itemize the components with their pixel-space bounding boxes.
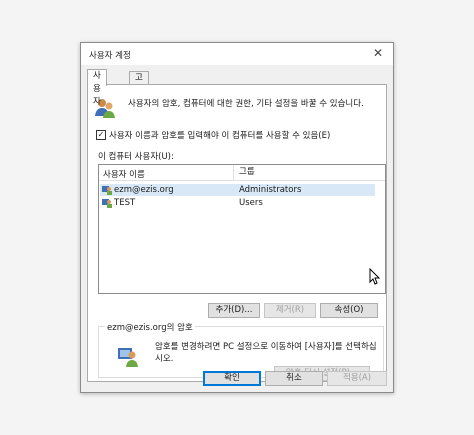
close-icon[interactable]: ✕ bbox=[371, 46, 385, 60]
row-group: Users bbox=[239, 198, 263, 208]
remove-user-button[interactable]: 제거(R) bbox=[264, 303, 316, 318]
title-bar: 사용자 계정 ✕ bbox=[81, 43, 393, 65]
table-row[interactable]: TEST Users bbox=[100, 197, 375, 209]
window-title: 사용자 계정 bbox=[89, 51, 131, 61]
password-help-text: 암호를 변경하려면 PC 설정으로 이동하여 [사용자]를 선택하십시오. bbox=[155, 342, 377, 364]
user-row-icon bbox=[102, 186, 112, 195]
column-header-group[interactable]: 그룹 bbox=[233, 165, 255, 180]
mouse-cursor-icon bbox=[369, 268, 381, 285]
users-list-label: 이 컴퓨터 사용자(U): bbox=[98, 152, 174, 162]
password-group-legend: ezm@ezis.org의 암호 bbox=[105, 321, 195, 333]
require-login-label: 사용자 이름과 암호를 입력해야 이 컴퓨터를 사용할 수 있음(E) bbox=[109, 131, 331, 141]
table-row[interactable]: ezm@ezis.org Administrators bbox=[100, 184, 375, 196]
user-accounts-dialog: 사용자 계정 ✕ 사용자 고급 사용자의 암호, 컴퓨터에 대한 권한, 기타 … bbox=[80, 42, 394, 393]
tab-users[interactable]: 사용자 bbox=[87, 69, 107, 107]
users-tab-panel: 사용자의 암호, 컴퓨터에 대한 권한, 기타 설정을 바꿀 수 있습니다. ✓… bbox=[87, 84, 387, 382]
row-username: TEST bbox=[114, 198, 136, 208]
listview-header: 사용자 이름 그룹 bbox=[99, 165, 385, 181]
row-username: ezm@ezis.org bbox=[114, 185, 174, 195]
user-row-icon bbox=[102, 199, 112, 208]
apply-button[interactable]: 적용(A) bbox=[327, 371, 387, 386]
add-user-button[interactable]: 추가(D)... bbox=[208, 303, 260, 318]
users-listview[interactable]: 사용자 이름 그룹 ezm@ezis.org Administrators TE… bbox=[98, 164, 386, 294]
require-login-row[interactable]: ✓ 사용자 이름과 암호를 입력해야 이 컴퓨터를 사용할 수 있음(E) bbox=[96, 129, 330, 141]
require-login-checkbox[interactable]: ✓ bbox=[96, 130, 106, 140]
cancel-button[interactable]: 취소 bbox=[265, 371, 323, 386]
tab-advanced[interactable]: 고급 bbox=[129, 71, 149, 96]
intro-text: 사용자의 암호, 컴퓨터에 대한 권한, 기타 설정을 바꿀 수 있습니다. bbox=[128, 99, 364, 109]
password-user-icon bbox=[118, 348, 138, 367]
row-group: Administrators bbox=[239, 185, 302, 195]
ok-button[interactable]: 확인 bbox=[203, 371, 261, 386]
properties-button[interactable]: 속성(O) bbox=[320, 303, 378, 318]
column-header-username[interactable]: 사용자 이름 bbox=[103, 168, 145, 180]
